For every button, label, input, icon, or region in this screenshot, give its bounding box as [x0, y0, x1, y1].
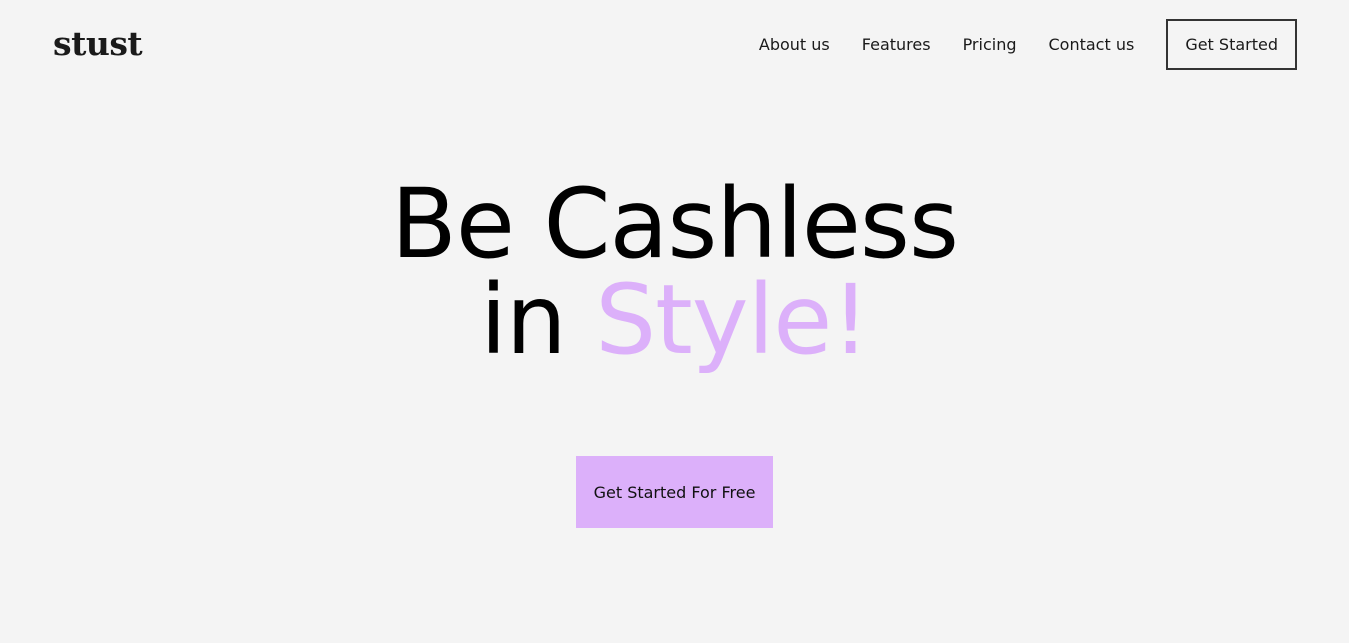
main-nav: About us Features Pricing Contact us Get… [759, 19, 1297, 70]
nav-link-features[interactable]: Features [862, 35, 931, 54]
nav-link-pricing[interactable]: Pricing [963, 35, 1017, 54]
hero-headline-accent: Style! [595, 264, 870, 376]
hero-headline-line-1: Be Cashless [391, 168, 959, 280]
hero-headline-line-2: in Style! [0, 272, 1349, 368]
nav-link-about-us[interactable]: About us [759, 35, 830, 54]
hero-headline: Be Cashless in Style! [0, 176, 1349, 368]
nav-link-contact-us[interactable]: Contact us [1049, 35, 1135, 54]
get-started-button[interactable]: Get Started [1166, 19, 1297, 70]
get-started-for-free-button[interactable]: Get Started For Free [576, 456, 773, 528]
hero-headline-prefix: in [480, 264, 596, 376]
brand-logo[interactable]: stust [53, 22, 143, 66]
